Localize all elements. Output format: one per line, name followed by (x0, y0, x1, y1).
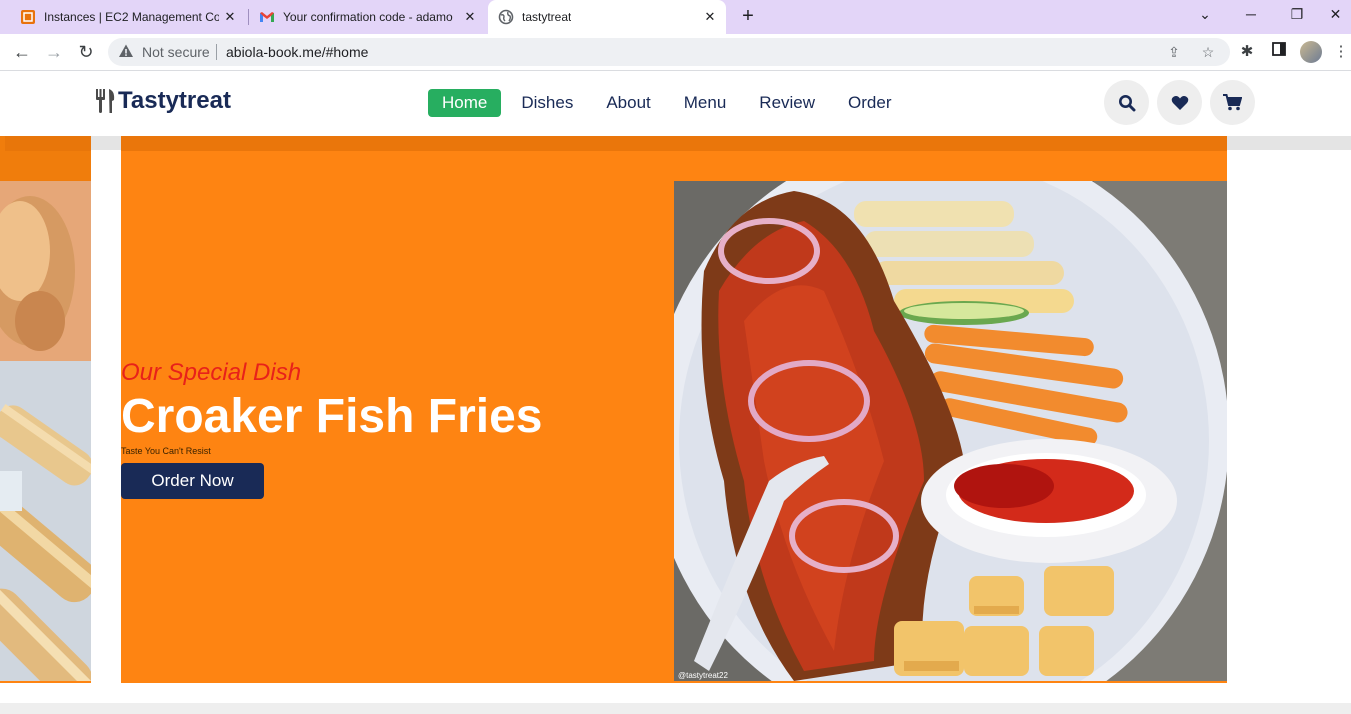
address-bar[interactable]: Not secure abiola-book.me/#home ⇪ ☆ (108, 38, 1230, 66)
globe-icon (498, 9, 514, 25)
tab-title: Your confirmation code - adamo (283, 10, 453, 24)
tab-tastytreat[interactable]: tastytreat ✕ (488, 0, 726, 34)
browser-toolbar: ← → ↻ Not secure abiola-book.me/#home ⇪ … (0, 34, 1351, 71)
previous-slide-top (0, 136, 91, 181)
close-tab-icon[interactable]: ✕ (462, 9, 478, 25)
nav-order[interactable]: Order (832, 89, 907, 117)
hero-tagline: Taste You Can't Resist (121, 446, 211, 456)
cart-button[interactable] (1210, 80, 1255, 125)
menu-kebab-icon[interactable]: ⋮ (1333, 42, 1349, 62)
nav-home[interactable]: Home (428, 89, 502, 117)
page-bottom-band (0, 703, 1351, 714)
spring-rolls-image (0, 181, 91, 683)
share-icon[interactable]: ⇪ (1166, 44, 1182, 60)
nav-dishes[interactable]: Dishes (505, 89, 589, 117)
utensils-icon (96, 89, 115, 113)
bookmark-star-icon[interactable]: ☆ (1200, 44, 1216, 60)
browser-tab-strip: Instances | EC2 Management Cor ✕ Your co… (0, 0, 1351, 34)
extensions-icon[interactable]: ✱ (1237, 42, 1257, 62)
back-icon[interactable]: ← (8, 38, 36, 66)
hero-title: Croaker Fish Fries (121, 390, 543, 443)
logo-text: Tastytreat (118, 87, 231, 114)
previous-slide-peek[interactable] (0, 136, 91, 683)
aws-icon (21, 10, 35, 24)
warning-icon (119, 44, 133, 57)
hero-top-strip (121, 136, 1227, 151)
search-icon (1118, 94, 1135, 111)
forward-icon[interactable]: → (40, 38, 68, 66)
omnibox-divider (216, 44, 217, 60)
order-now-button[interactable]: Order Now (121, 463, 264, 499)
main-nav: Home Dishes About Menu Review Order (428, 89, 909, 117)
croaker-fish-fries-image: @tastytreat22 (674, 181, 1227, 681)
tab-title: Instances | EC2 Management Cor (44, 10, 219, 24)
site-logo[interactable]: Tastytreat (94, 87, 231, 115)
image-watermark: @tastytreat22 (678, 671, 728, 680)
close-tab-icon[interactable]: ✕ (702, 9, 718, 25)
close-window-icon[interactable]: ✕ (1320, 0, 1351, 30)
heart-icon (1171, 95, 1188, 110)
wishlist-button[interactable] (1157, 80, 1202, 125)
hero-slide: Our Special Dish Croaker Fish Fries Tast… (121, 136, 1227, 683)
restore-icon[interactable]: ❐ (1274, 0, 1320, 30)
previous-slide-edge (0, 681, 91, 683)
tab-search-icon[interactable]: ⌄ (1182, 0, 1228, 30)
nav-about[interactable]: About (590, 89, 666, 117)
security-status[interactable]: Not secure (142, 44, 210, 60)
close-tab-icon[interactable]: ✕ (222, 9, 238, 25)
cart-icon (1223, 94, 1242, 111)
nav-menu[interactable]: Menu (668, 89, 743, 117)
site-header: Tastytreat Home Dishes About Menu Review… (0, 71, 1351, 135)
profile-avatar[interactable] (1300, 41, 1322, 63)
tab-ec2-instances[interactable]: Instances | EC2 Management Cor ✕ (8, 0, 246, 34)
tab-title: tastytreat (522, 10, 572, 24)
gmail-icon (260, 12, 274, 22)
side-panel-icon[interactable] (1269, 42, 1289, 62)
new-tab-icon[interactable]: + (736, 5, 760, 29)
hero-text-block: Our Special Dish Croaker Fish Fries Tast… (121, 358, 543, 499)
nav-review[interactable]: Review (743, 89, 831, 117)
hero-subtitle: Our Special Dish (121, 359, 302, 386)
minimize-icon[interactable]: ─ (1228, 0, 1274, 30)
search-button[interactable] (1104, 80, 1149, 125)
url-text[interactable]: abiola-book.me/#home (226, 44, 368, 60)
reload-icon[interactable]: ↻ (72, 38, 100, 66)
tab-confirmation-code[interactable]: Your confirmation code - adamo ✕ (248, 0, 486, 34)
